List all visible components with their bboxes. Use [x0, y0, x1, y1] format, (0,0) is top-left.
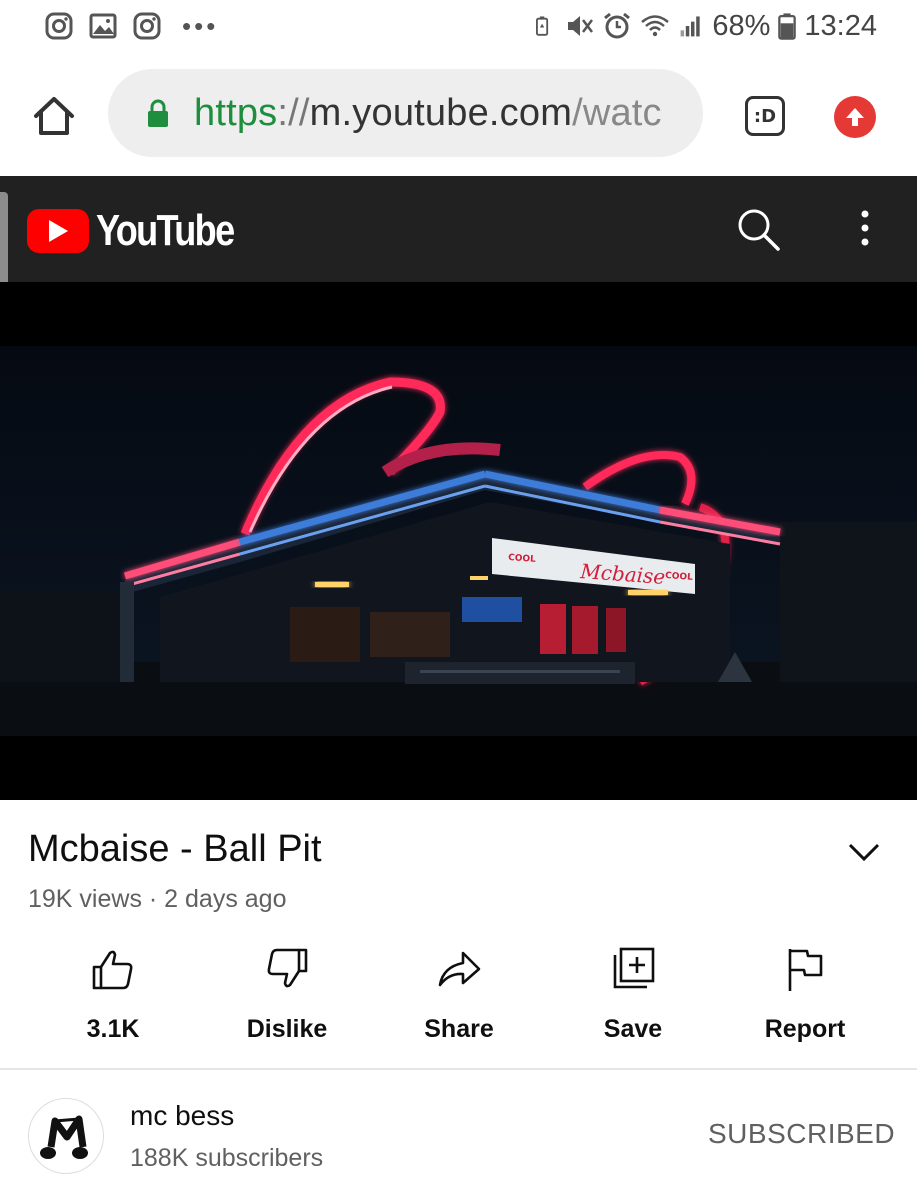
- chevron-down-icon[interactable]: [846, 838, 882, 866]
- instagram-icon: [45, 12, 73, 40]
- video-thumbnail: Mcbaise COOL COOL: [0, 282, 917, 800]
- video-meta: 19K views · 2 days ago: [28, 885, 287, 913]
- home-icon[interactable]: [30, 92, 78, 140]
- like-button[interactable]: 3.1K: [33, 945, 193, 1044]
- alarm-icon: [604, 12, 631, 39]
- report-label: Report: [764, 1015, 846, 1043]
- avatar[interactable]: [28, 1098, 104, 1174]
- mute-icon: [568, 16, 594, 36]
- battery-icon: [778, 13, 797, 40]
- channel-name[interactable]: mc bess: [130, 1100, 234, 1132]
- clock: 13:24: [804, 9, 877, 42]
- extension-button[interactable]: :D: [745, 96, 785, 136]
- search-icon[interactable]: [735, 206, 781, 252]
- share-icon: [438, 951, 481, 987]
- url-separator: ://: [277, 91, 310, 134]
- thumbnail-cool-right: COOL: [665, 571, 694, 583]
- url-host: m.youtube.com: [309, 91, 573, 134]
- share-button[interactable]: Share: [379, 945, 539, 1044]
- battery-percent: 68%: [712, 9, 771, 42]
- subscribed-button[interactable]: SUBSCRIBED: [708, 1118, 895, 1150]
- flag-icon: [788, 949, 823, 991]
- thumbs-down-icon: [267, 948, 308, 988]
- thumbnail-cool-left: COOL: [508, 553, 537, 565]
- dislike-label: Dislike: [246, 1015, 328, 1043]
- browser-toolbar: https://m.youtube.com/watc :D: [0, 56, 917, 174]
- url-path: /watc: [572, 91, 662, 134]
- thumbs-up-icon: [92, 950, 133, 990]
- status-bar: ••• 68% 13:24: [0, 0, 917, 52]
- youtube-header: YouTube: [0, 176, 917, 282]
- save-label: Save: [603, 1015, 663, 1043]
- youtube-wordmark: YouTube: [96, 206, 235, 255]
- video-player[interactable]: Mcbaise COOL COOL: [0, 282, 917, 800]
- url-text: https://m.youtube.com/watc: [194, 92, 662, 135]
- save-to-playlist-icon: [613, 947, 655, 989]
- system-status: 68% 13:24: [534, 10, 877, 43]
- youtube-logo[interactable]: YouTube: [27, 206, 264, 256]
- youtube-play-icon: [27, 209, 89, 253]
- more-vert-icon[interactable]: [852, 208, 878, 248]
- upload-button[interactable]: [834, 96, 876, 138]
- video-title[interactable]: Mcbaise - Ball Pit: [28, 828, 322, 871]
- subscriber-count: 188K subscribers: [130, 1144, 324, 1172]
- battery-saver-icon: [536, 16, 549, 36]
- address-bar[interactable]: https://m.youtube.com/watc: [108, 69, 703, 157]
- like-count: 3.1K: [86, 1015, 140, 1043]
- channel-row: mc bess 188K subscribers SUBSCRIBED: [0, 1070, 917, 1200]
- wifi-icon: [641, 15, 670, 37]
- instagram-icon: [133, 12, 161, 40]
- share-label: Share: [424, 1015, 494, 1043]
- more-dots-icon: •••: [182, 10, 219, 41]
- channel-logo-icon: [40, 1115, 88, 1159]
- save-button[interactable]: Save: [553, 945, 713, 1044]
- arrow-up-icon: [846, 108, 864, 126]
- dislike-button[interactable]: Dislike: [207, 945, 367, 1044]
- notification-icons: •••: [44, 11, 218, 42]
- lock-icon: [148, 99, 168, 127]
- url-scheme: https: [194, 91, 278, 134]
- report-button[interactable]: Report: [725, 945, 885, 1044]
- gallery-icon: [89, 13, 117, 39]
- signal-icon: [680, 16, 701, 37]
- action-bar: 3.1K Dislike Share Save Report: [0, 945, 917, 1055]
